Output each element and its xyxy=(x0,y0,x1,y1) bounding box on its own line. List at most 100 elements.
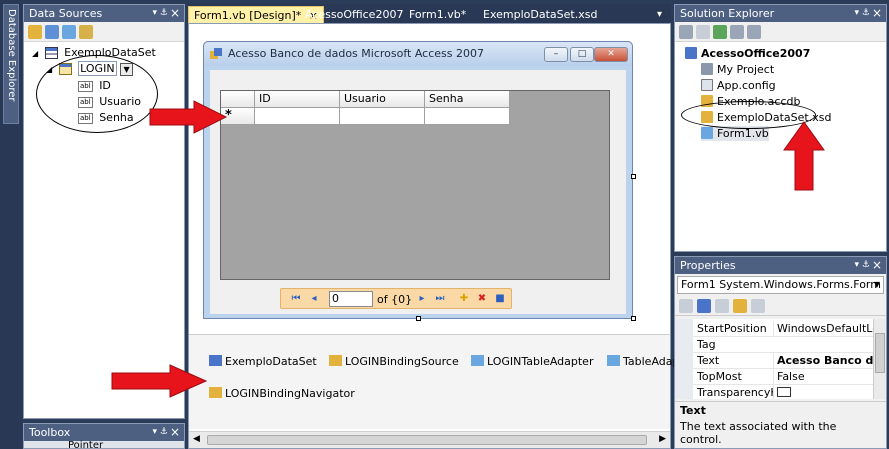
property-grid-scrollbar[interactable] xyxy=(873,319,886,399)
color-swatch xyxy=(777,387,791,397)
designed-form[interactable]: Acesso Banco de dados Microsoft Access 2… xyxy=(203,41,633,319)
properties-header: Properties ▾ ⚓ × xyxy=(675,257,886,274)
property-name: TopMost xyxy=(697,370,742,383)
solution-project[interactable]: AcessoOffice2007 xyxy=(685,46,810,61)
minimize-button[interactable]: – xyxy=(544,47,568,62)
annotation-arrow-right xyxy=(149,100,228,134)
column-header-senha[interactable]: Senha xyxy=(425,91,510,108)
tab-overflow-icon[interactable]: ▾ xyxy=(652,6,667,23)
delete-icon[interactable]: ✖ xyxy=(475,292,489,306)
move-previous-icon[interactable]: ◂ xyxy=(307,292,321,306)
categorized-icon[interactable] xyxy=(679,299,693,313)
chevron-down-icon[interactable]: ▼ xyxy=(874,277,880,293)
grid-cell[interactable] xyxy=(255,108,340,125)
form-title: Acesso Banco de dados Microsoft Access 2… xyxy=(228,47,484,60)
tray-tableadaptermanager[interactable]: TableAdap xyxy=(607,355,679,368)
collapse-icon[interactable]: ◢ xyxy=(32,46,38,61)
property-row-tag[interactable]: Tag xyxy=(693,337,883,353)
project-label: AcessoOffice2007 xyxy=(701,47,811,60)
property-row-startposition[interactable]: StartPosition WindowsDefaultLoca xyxy=(693,321,883,337)
pin-icon[interactable]: ▾ ⚓ xyxy=(855,5,870,22)
property-value[interactable]: WindowsDefaultLoca xyxy=(773,321,883,336)
view-code-icon[interactable] xyxy=(730,24,744,39)
grid-cell[interactable] xyxy=(425,108,510,125)
property-value[interactable]: False xyxy=(773,369,883,384)
move-first-icon[interactable]: ⏮ xyxy=(289,292,303,306)
move-next-icon[interactable]: ▸ xyxy=(415,292,429,306)
maximize-button[interactable]: □ xyxy=(570,47,594,62)
close-icon[interactable]: × xyxy=(170,5,180,22)
tab-acessooffice2007[interactable]: AcessoOffice2007 xyxy=(300,6,408,23)
property-row-topmost[interactable]: TopMost False xyxy=(693,369,883,385)
view-designer-icon[interactable] xyxy=(747,24,761,39)
tray-loginbindingnavigator[interactable]: LOGINBindingNavigator xyxy=(209,387,355,400)
save-icon[interactable]: ■ xyxy=(493,292,507,306)
toolbox-title: Toolbox xyxy=(29,426,71,439)
add-datasource-icon[interactable] xyxy=(28,24,42,39)
tray-label: LOGINBindingSource xyxy=(345,355,459,368)
pin-icon[interactable]: ▾ ⚓ xyxy=(153,424,168,441)
scroll-thumb[interactable] xyxy=(207,435,647,445)
column-header-usuario[interactable]: Usuario xyxy=(340,91,425,108)
tray-label: TableAdap xyxy=(623,355,680,368)
refresh-icon[interactable] xyxy=(79,24,93,39)
toolbox-item-label: Pointer xyxy=(68,440,104,449)
position-input[interactable]: 0 xyxy=(329,291,373,307)
property-name: Tag xyxy=(697,338,716,351)
close-icon[interactable]: × xyxy=(872,257,882,274)
scroll-right-icon[interactable]: ▶ xyxy=(659,434,666,444)
grid-cell[interactable] xyxy=(340,108,425,125)
data-sources-header: Data Sources ▾ ⚓ × xyxy=(24,5,184,22)
toolbox-pane: Toolbox ▾ ⚓ × Pointer xyxy=(23,423,185,449)
property-value[interactable]: Acesso Banco de dad xyxy=(773,353,883,368)
resize-handle[interactable] xyxy=(631,316,636,321)
properties-icon[interactable] xyxy=(679,24,693,39)
data-sources-title: Data Sources xyxy=(29,7,103,20)
solution-item-appconfig[interactable]: App.config xyxy=(701,78,776,93)
property-value[interactable] xyxy=(773,385,883,399)
configure-dataset-icon[interactable] xyxy=(62,24,76,39)
item-label: App.config xyxy=(717,79,776,92)
events-lightning-icon[interactable] xyxy=(733,299,747,313)
property-row-transparencykey[interactable]: TransparencyKey xyxy=(693,385,883,399)
close-button[interactable]: ✕ xyxy=(594,47,628,62)
pin-icon[interactable]: ▾ ⚓ xyxy=(153,5,168,22)
tray-exemplodataset[interactable]: ExemploDataSet xyxy=(209,355,317,368)
pin-icon[interactable]: ▾ ⚓ xyxy=(855,257,870,274)
scroll-left-icon[interactable]: ◀ xyxy=(193,434,200,444)
tray-logintableadapter[interactable]: LOGINTableAdapter xyxy=(471,355,593,368)
alphabetical-icon[interactable] xyxy=(697,299,711,313)
vb-project-icon xyxy=(685,47,697,59)
resize-handle[interactable] xyxy=(631,174,636,179)
resize-handle[interactable] xyxy=(416,316,421,321)
add-new-icon[interactable]: ✚ xyxy=(457,292,471,306)
close-icon[interactable]: × xyxy=(170,424,180,441)
login-datagridview[interactable]: ID Usuario Senha * xyxy=(220,90,610,280)
property-description: Text The text associated with the contro… xyxy=(675,401,886,448)
tray-loginbindingsource[interactable]: LOGINBindingSource xyxy=(329,355,459,368)
move-last-icon[interactable]: ⏭ xyxy=(433,292,447,306)
toolbox-item-pointer[interactable]: Pointer xyxy=(24,440,184,449)
property-pages-icon[interactable] xyxy=(751,299,765,313)
form-titlebar[interactable]: Acesso Banco de dados Microsoft Access 2… xyxy=(204,42,632,66)
property-row-text[interactable]: Text Acesso Banco de dad xyxy=(693,353,883,369)
properties-view-icon[interactable] xyxy=(715,299,729,313)
edit-dataset-icon[interactable] xyxy=(45,24,59,39)
show-all-files-icon[interactable] xyxy=(696,24,710,39)
column-header-id[interactable]: ID xyxy=(255,91,340,108)
form-client-area: ID Usuario Senha * ⏮ ◂ 0 of {0} ▸ ⏭ ✚ ✖ … xyxy=(210,70,626,314)
tab-label: ExemploDataSet.xsd xyxy=(483,8,598,21)
database-explorer-tab[interactable]: Database Explorer xyxy=(3,4,19,124)
object-selector[interactable]: Form1 System.Windows.Forms.Form ▼ xyxy=(677,276,884,294)
close-icon[interactable]: × xyxy=(872,5,882,22)
tab-exemplodataset-xsd[interactable]: ExemploDataSet.xsd xyxy=(478,6,602,23)
horizontal-scrollbar[interactable]: ◀ ▶ xyxy=(189,431,670,448)
solution-item-myproject[interactable]: My Project xyxy=(701,62,774,77)
object-selector-value: Form1 System.Windows.Forms.Form xyxy=(681,278,881,291)
refresh-icon[interactable] xyxy=(713,24,727,39)
toolbox-header: Toolbox ▾ ⚓ × xyxy=(24,424,184,441)
tab-form1-code[interactable]: Form1.vb* xyxy=(404,6,471,23)
count-label: of {0} xyxy=(377,293,413,306)
scroll-thumb[interactable] xyxy=(875,333,885,373)
tab-label: Form1.vb [Design]* xyxy=(194,9,302,22)
